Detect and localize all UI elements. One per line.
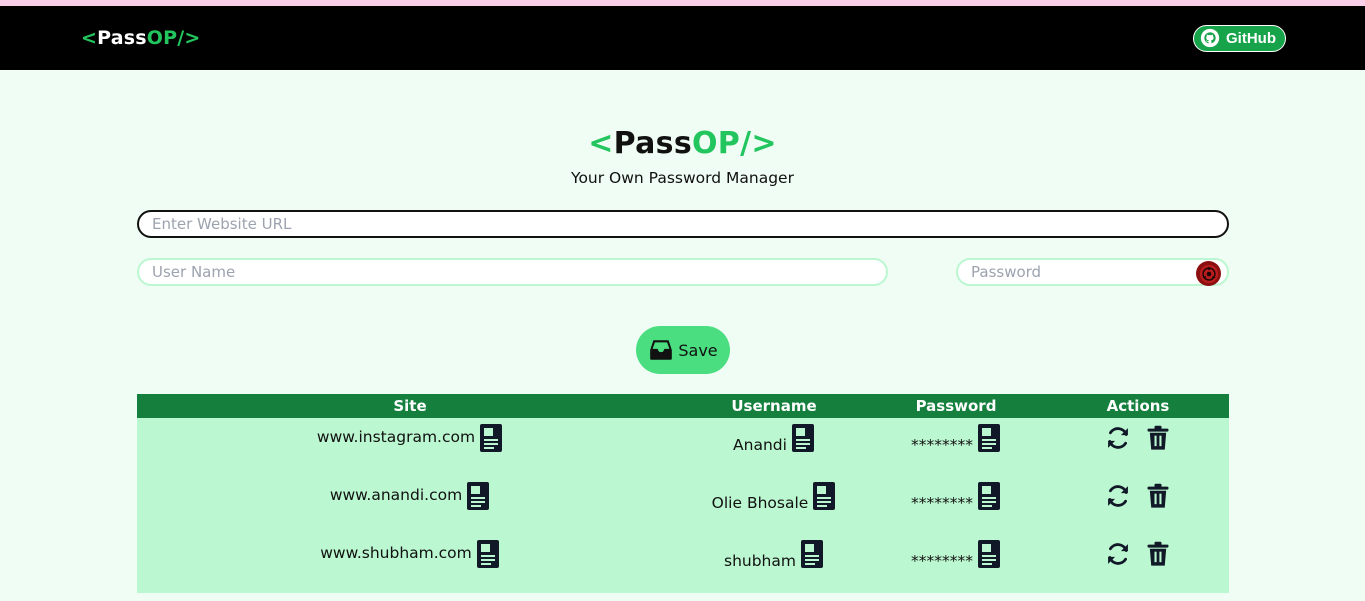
password-input[interactable]	[956, 258, 1229, 286]
username-input[interactable]	[137, 258, 888, 286]
table-header-row: Site Username Password Actions	[137, 394, 1229, 418]
refresh-icon[interactable]	[1104, 424, 1132, 452]
copy-icon[interactable]	[791, 424, 815, 452]
trash-icon[interactable]	[1144, 424, 1172, 452]
website-url-input[interactable]	[137, 210, 1229, 238]
header-actions: Actions	[1106, 397, 1170, 415]
passwords-table: Site Username Password Actions www.insta…	[137, 394, 1229, 593]
table-row: www.anandi.com Olie Bhosale ********	[137, 476, 1229, 534]
table-row: www.instagram.com Anandi ********	[137, 418, 1229, 476]
username-cell[interactable]: shubham	[724, 540, 796, 570]
trash-icon[interactable]	[1144, 540, 1172, 568]
site-cell[interactable]: www.instagram.com	[317, 424, 475, 446]
site-cell[interactable]: www.shubham.com	[320, 540, 472, 562]
copy-icon[interactable]	[977, 424, 1001, 452]
refresh-icon[interactable]	[1104, 482, 1132, 510]
nav-logo[interactable]: <PassOP/>	[81, 27, 201, 49]
save-button[interactable]: Save	[636, 326, 730, 374]
site-cell[interactable]: www.anandi.com	[330, 482, 462, 504]
copy-icon[interactable]	[800, 540, 824, 568]
save-label: Save	[678, 340, 718, 360]
inbox-icon	[650, 340, 673, 360]
refresh-icon[interactable]	[1104, 540, 1132, 568]
header-username: Username	[731, 397, 817, 415]
username-cell[interactable]: Olie Bhosale	[712, 482, 809, 512]
password-cell[interactable]: ********	[911, 482, 973, 512]
header-site: Site	[393, 397, 427, 415]
header-password: Password	[915, 397, 997, 415]
trash-icon[interactable]	[1144, 482, 1172, 510]
github-button[interactable]: GitHub	[1193, 24, 1286, 52]
copy-icon[interactable]	[812, 482, 836, 510]
navbar: <PassOP/> GitHub	[0, 6, 1365, 70]
copy-icon[interactable]	[977, 482, 1001, 510]
github-label: GitHub	[1226, 29, 1276, 47]
copy-icon[interactable]	[466, 482, 490, 510]
username-cell[interactable]: Anandi	[733, 424, 787, 454]
copy-icon[interactable]	[977, 540, 1001, 568]
table-row: www.shubham.com shubham ********	[137, 534, 1229, 593]
brand-title: <PassOP/>	[588, 126, 777, 161]
copy-icon[interactable]	[479, 424, 503, 452]
copy-icon[interactable]	[476, 540, 500, 568]
eye-icon[interactable]	[1196, 261, 1221, 286]
tagline: Your Own Password Manager	[571, 169, 794, 187]
main-content: <PassOP/> Your Own Password Manager Save…	[0, 70, 1365, 601]
password-cell[interactable]: ********	[911, 540, 973, 570]
password-cell[interactable]: ********	[911, 424, 973, 454]
github-icon	[1200, 28, 1220, 48]
